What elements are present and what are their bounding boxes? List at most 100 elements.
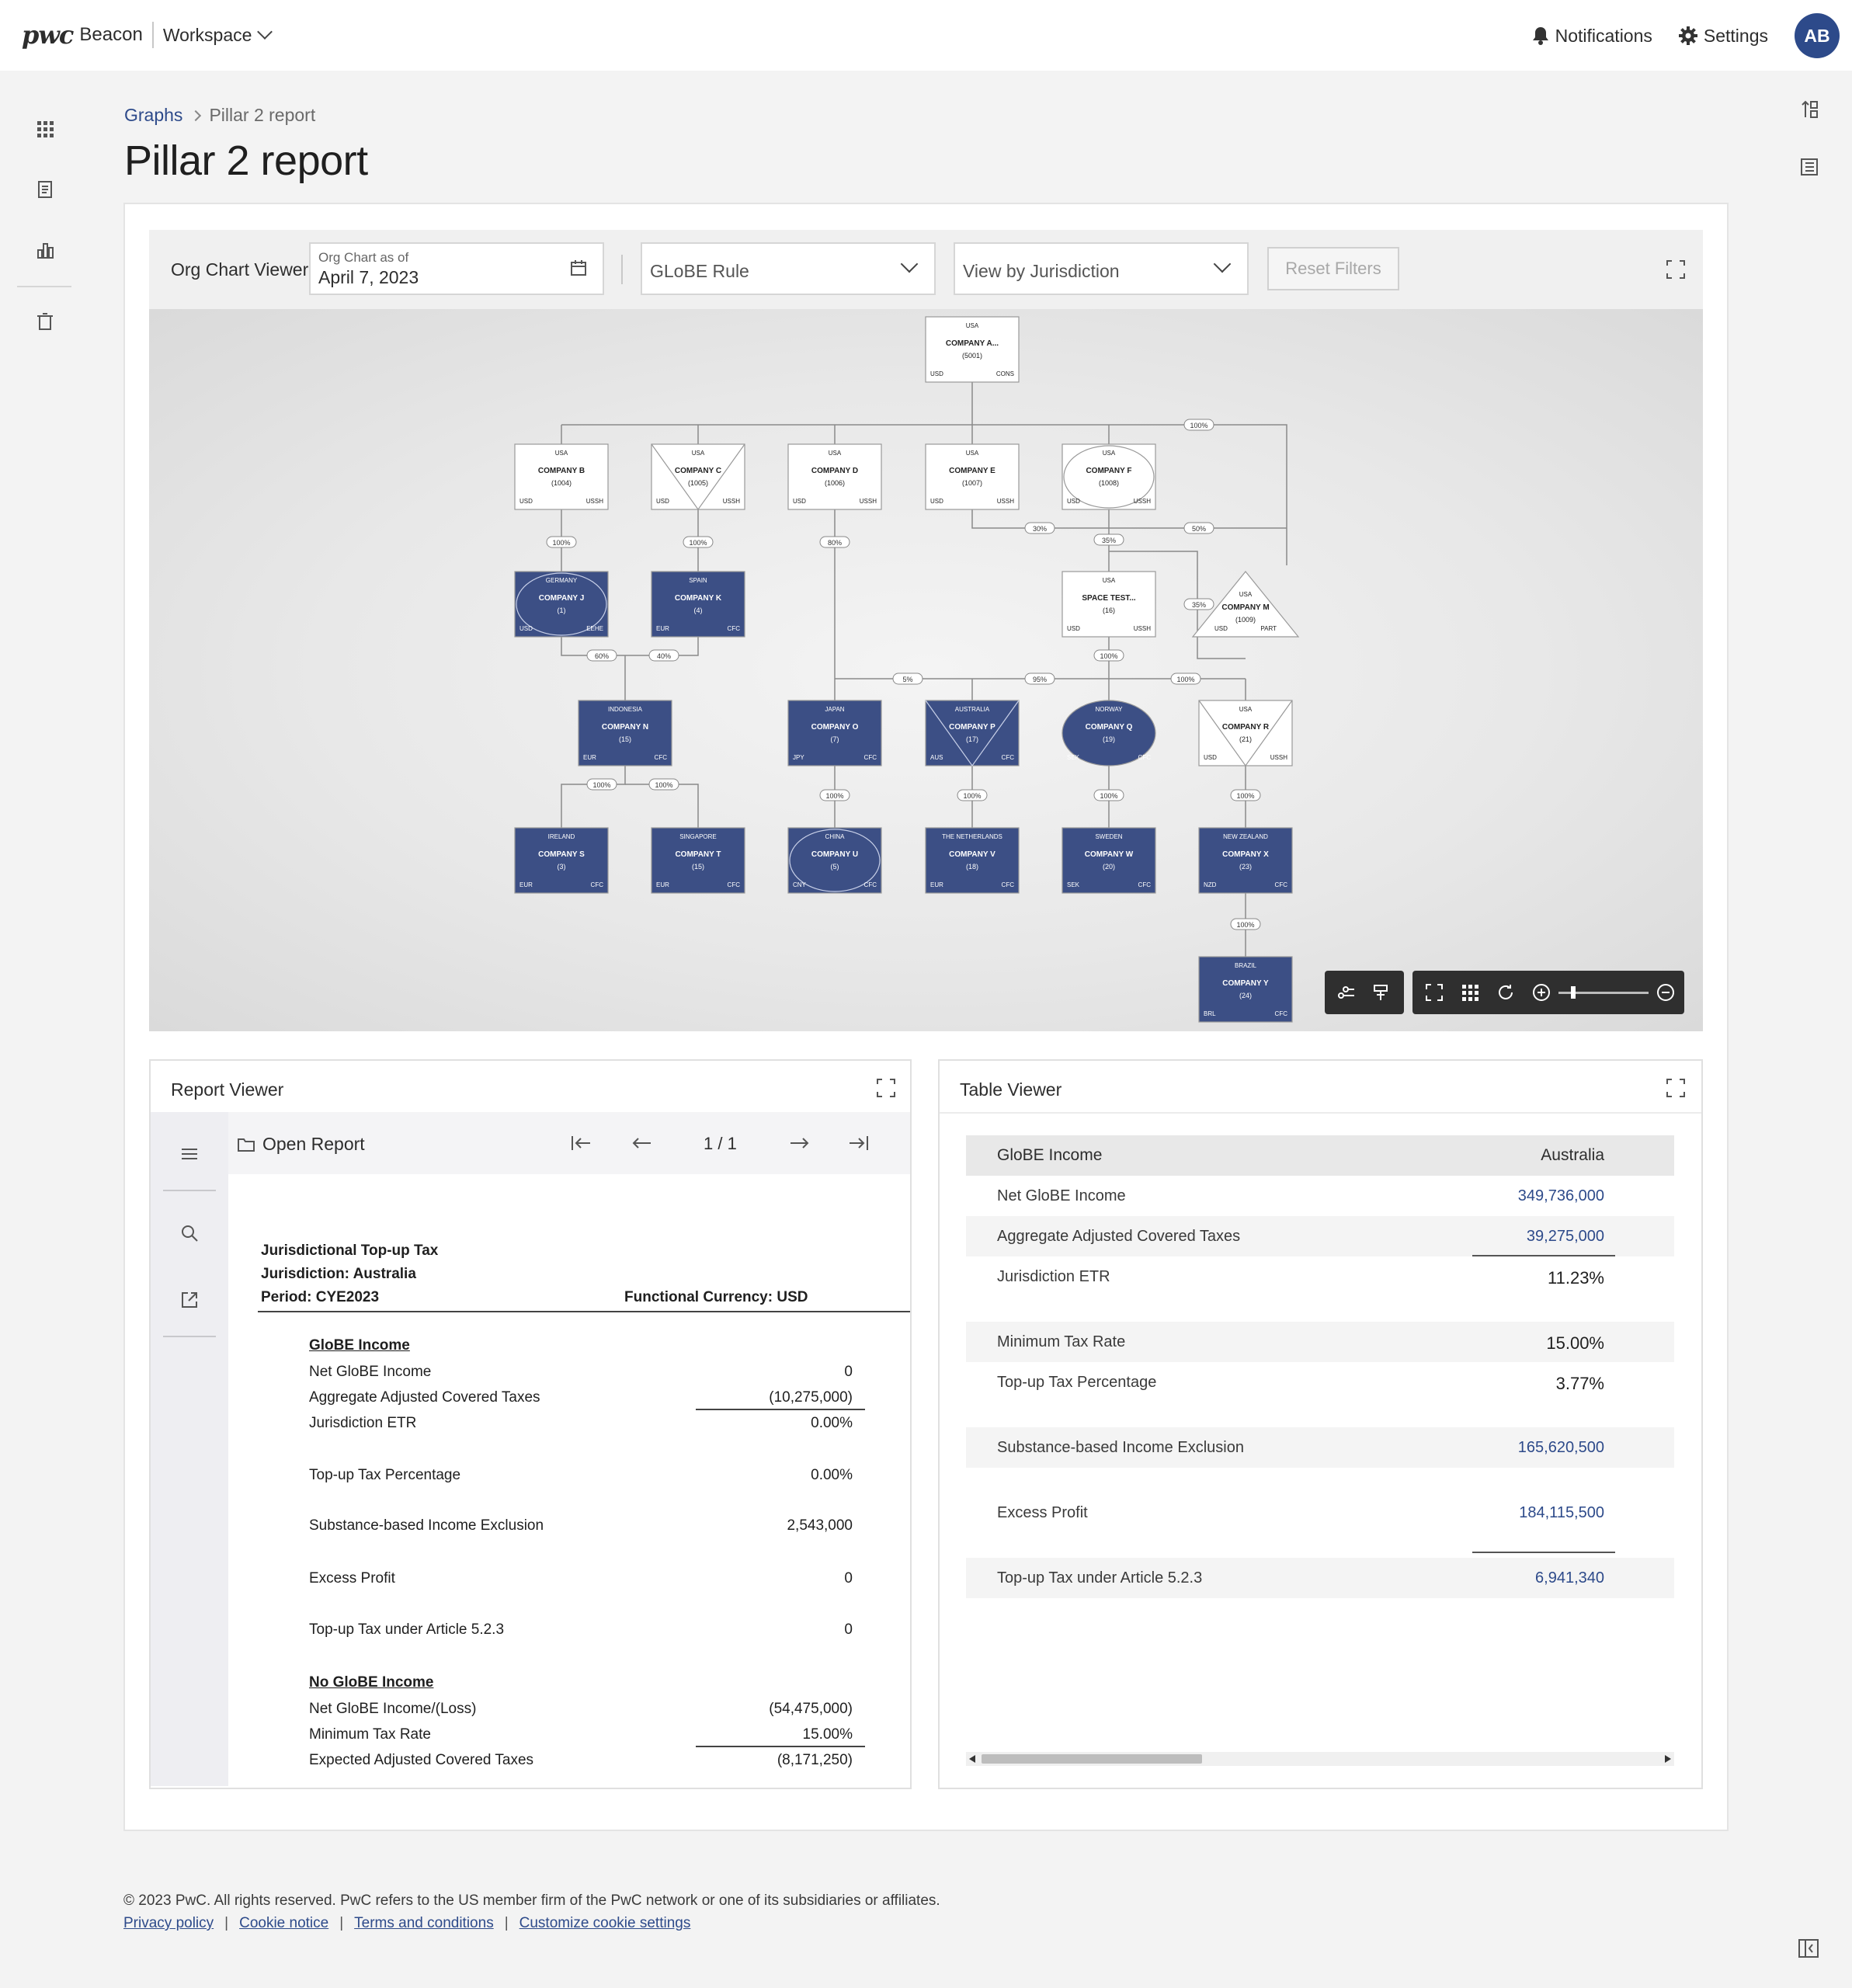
settings-button[interactable]: Settings (1678, 26, 1768, 47)
node-code: (5001) (962, 352, 982, 360)
org-node-a[interactable]: USA COMPANY A... (5001) USD CONS (925, 316, 1020, 383)
ownership-percent-badge: 100% (819, 789, 850, 801)
expand-icon[interactable] (1666, 1078, 1686, 1098)
reset-filters-button[interactable]: Reset Filters (1267, 247, 1399, 290)
footer-link-cookie[interactable]: Cookie notice (239, 1915, 328, 1932)
node-jurisdiction: USA (1239, 591, 1253, 598)
node-name: COMPANY E (949, 467, 995, 475)
fit-screen-icon[interactable] (1425, 983, 1444, 1002)
scrollbar-thumb[interactable] (982, 1754, 1202, 1764)
doc-row-label: Top-up Tax under Article 5.2.3 (309, 1621, 505, 1638)
ownership-percent-badge: 40% (648, 649, 679, 662)
trash-icon[interactable] (36, 312, 54, 331)
document-icon[interactable] (36, 180, 54, 199)
notifications-label: Notifications (1555, 25, 1652, 46)
zoom-slider-handle[interactable] (1571, 986, 1576, 999)
ownership-percent-badge: 5% (892, 673, 923, 685)
footer-link-privacy[interactable]: Privacy policy (123, 1915, 214, 1932)
org-chart-date-field[interactable]: Org Chart as of April 7, 2023 (309, 242, 604, 295)
org-node-s[interactable]: IRELAND COMPANY S (3) EUR CFC (514, 827, 609, 894)
org-chart-canvas[interactable]: 100% 100% 100% 80% 30% 35% 50% 35% 60% 40% 100% 5% 9… (149, 309, 1703, 1031)
scroll-right-icon[interactable] (1665, 1755, 1671, 1763)
org-chart[interactable]: 100% 100% 100% 80% 30% 35% 50% 35% 60% 40% 100% 5% 9… (149, 309, 1703, 1031)
doc-rule (258, 1311, 910, 1312)
pin-icon[interactable] (1371, 983, 1390, 1002)
org-node-p[interactable]: AUSTRALIA COMPANY P (17) AUS CFC (925, 700, 1020, 767)
table-row-label: Top-up Tax under Article 5.2.3 (997, 1569, 1203, 1587)
org-node-x[interactable]: NEW ZEALAND COMPANY X (23) NZD CFC (1198, 827, 1293, 894)
table-row-value: 3.77% (1555, 1374, 1604, 1393)
footer-link-terms[interactable]: Terms and conditions (354, 1915, 494, 1932)
badge-text: 100% (1176, 676, 1194, 683)
ownership-percent-badge: 100% (1170, 673, 1201, 685)
brand[interactable]: pwc Beacon Workspace (22, 19, 273, 51)
org-node-n[interactable]: INDONESIA COMPANY N (15) EUR CFC (578, 700, 672, 766)
doc-row-label: Expected Adjusted Covered Taxes (309, 1752, 534, 1768)
ownership-percent-badge: 100% (648, 778, 679, 791)
node-entity-type: USSH (997, 498, 1014, 505)
calendar-icon[interactable] (570, 259, 587, 276)
badge-text: 100% (592, 781, 610, 789)
next-page-icon[interactable] (789, 1134, 811, 1152)
node-currency: EUR (583, 754, 596, 761)
org-node-j[interactable]: GERMANY COMPANY J (1) USD EEHE (514, 571, 609, 638)
org-node-c[interactable]: USA COMPANY C (1005) USD USSH (651, 443, 745, 511)
org-node-u[interactable]: CHINA COMPANY U (5) CNY CFC (787, 827, 882, 894)
bar-chart-icon[interactable] (36, 241, 54, 259)
footer-link-cookie-settings[interactable]: Customize cookie settings (519, 1915, 691, 1932)
table-row: Jurisdiction ETR 11.23% (966, 1256, 1674, 1297)
table-viewer-title: Table Viewer (960, 1079, 1062, 1100)
notifications-button[interactable]: Notifications (1532, 26, 1652, 47)
scroll-left-icon[interactable] (969, 1755, 975, 1763)
globe-rule-select[interactable]: GLoBE Rule (641, 242, 936, 295)
grid-icon[interactable] (1461, 983, 1479, 1002)
org-node-space[interactable]: USA SPACE TEST... (16) USD USSH (1062, 571, 1156, 638)
node-currency: SEK (1067, 881, 1080, 888)
expand-icon[interactable] (1666, 259, 1686, 280)
table-row-label: Minimum Tax Rate (997, 1333, 1126, 1350)
org-node-y[interactable]: BRAZIL COMPANY Y (24) BRL CFC (1198, 956, 1293, 1023)
org-node-b[interactable]: USA COMPANY B (1004) USD USSH (514, 443, 609, 510)
org-node-o[interactable]: JAPAN COMPANY O (7) JPY CFC (787, 700, 882, 766)
org-node-r[interactable]: USA COMPANY R (21) USD USSH (1198, 700, 1293, 767)
org-node-w[interactable]: SWEDEN COMPANY W (20) SEK CFC (1062, 827, 1156, 894)
menu-icon[interactable] (180, 1145, 199, 1163)
grid-icon[interactable] (36, 120, 54, 138)
collapse-panel-icon[interactable] (1798, 1938, 1819, 1958)
horizontal-scrollbar[interactable] (966, 1752, 1674, 1766)
node-jurisdiction: USA (966, 322, 979, 329)
previous-page-icon[interactable] (631, 1134, 652, 1152)
pwc-logo: pwc (22, 20, 74, 50)
ownership-percent-badge: 95% (1024, 673, 1055, 685)
open-report-button[interactable]: Open Report (238, 1134, 365, 1155)
doc-row-value: 0 (844, 1621, 853, 1638)
org-node-q[interactable]: NORWAY COMPANY Q (19) SEK CFC (1062, 700, 1156, 766)
view-by-select[interactable]: View by Jurisdiction (954, 242, 1249, 295)
zoom-in-icon[interactable] (1532, 983, 1551, 1002)
table-row: Top-up Tax Percentage 3.77% (966, 1362, 1674, 1402)
node-name: COMPANY F (1086, 467, 1131, 475)
last-page-icon[interactable] (848, 1134, 870, 1152)
workspace-menu[interactable]: Workspace (163, 24, 273, 46)
search-icon[interactable] (180, 1224, 199, 1242)
list-icon[interactable] (1799, 157, 1819, 177)
org-node-k[interactable]: SPAIN COMPANY K (4) EUR CFC (651, 571, 745, 638)
org-node-t[interactable]: SINGAPORE COMPANY T (15) EUR CFC (651, 827, 745, 894)
org-node-e[interactable]: USA COMPANY E (1007) USD USSH (925, 443, 1020, 510)
org-node-d[interactable]: USA COMPANY D (1006) USD USSH (787, 443, 882, 510)
breadcrumb-graphs[interactable]: Graphs (124, 105, 182, 126)
external-link-icon[interactable] (180, 1291, 199, 1309)
table-row-label: Aggregate Adjusted Covered Taxes (997, 1228, 1241, 1245)
reset-view-icon[interactable] (1496, 983, 1515, 1002)
node-currency: SEK (1067, 754, 1080, 761)
zoom-out-icon[interactable] (1656, 983, 1675, 1002)
expand-icon[interactable] (876, 1078, 896, 1098)
avatar[interactable]: AB (1795, 13, 1840, 58)
org-node-v[interactable]: THE NETHERLANDS COMPANY V (18) EUR CFC (925, 827, 1020, 894)
sort-icon[interactable] (1799, 99, 1819, 120)
link-icon[interactable] (1337, 983, 1356, 1002)
org-node-f[interactable]: USA COMPANY F (1008) USD USSH (1062, 443, 1156, 510)
brand-name: Beacon (79, 24, 143, 45)
first-page-icon[interactable] (570, 1134, 592, 1152)
table-row-value: 165,620,500 (1517, 1439, 1604, 1456)
